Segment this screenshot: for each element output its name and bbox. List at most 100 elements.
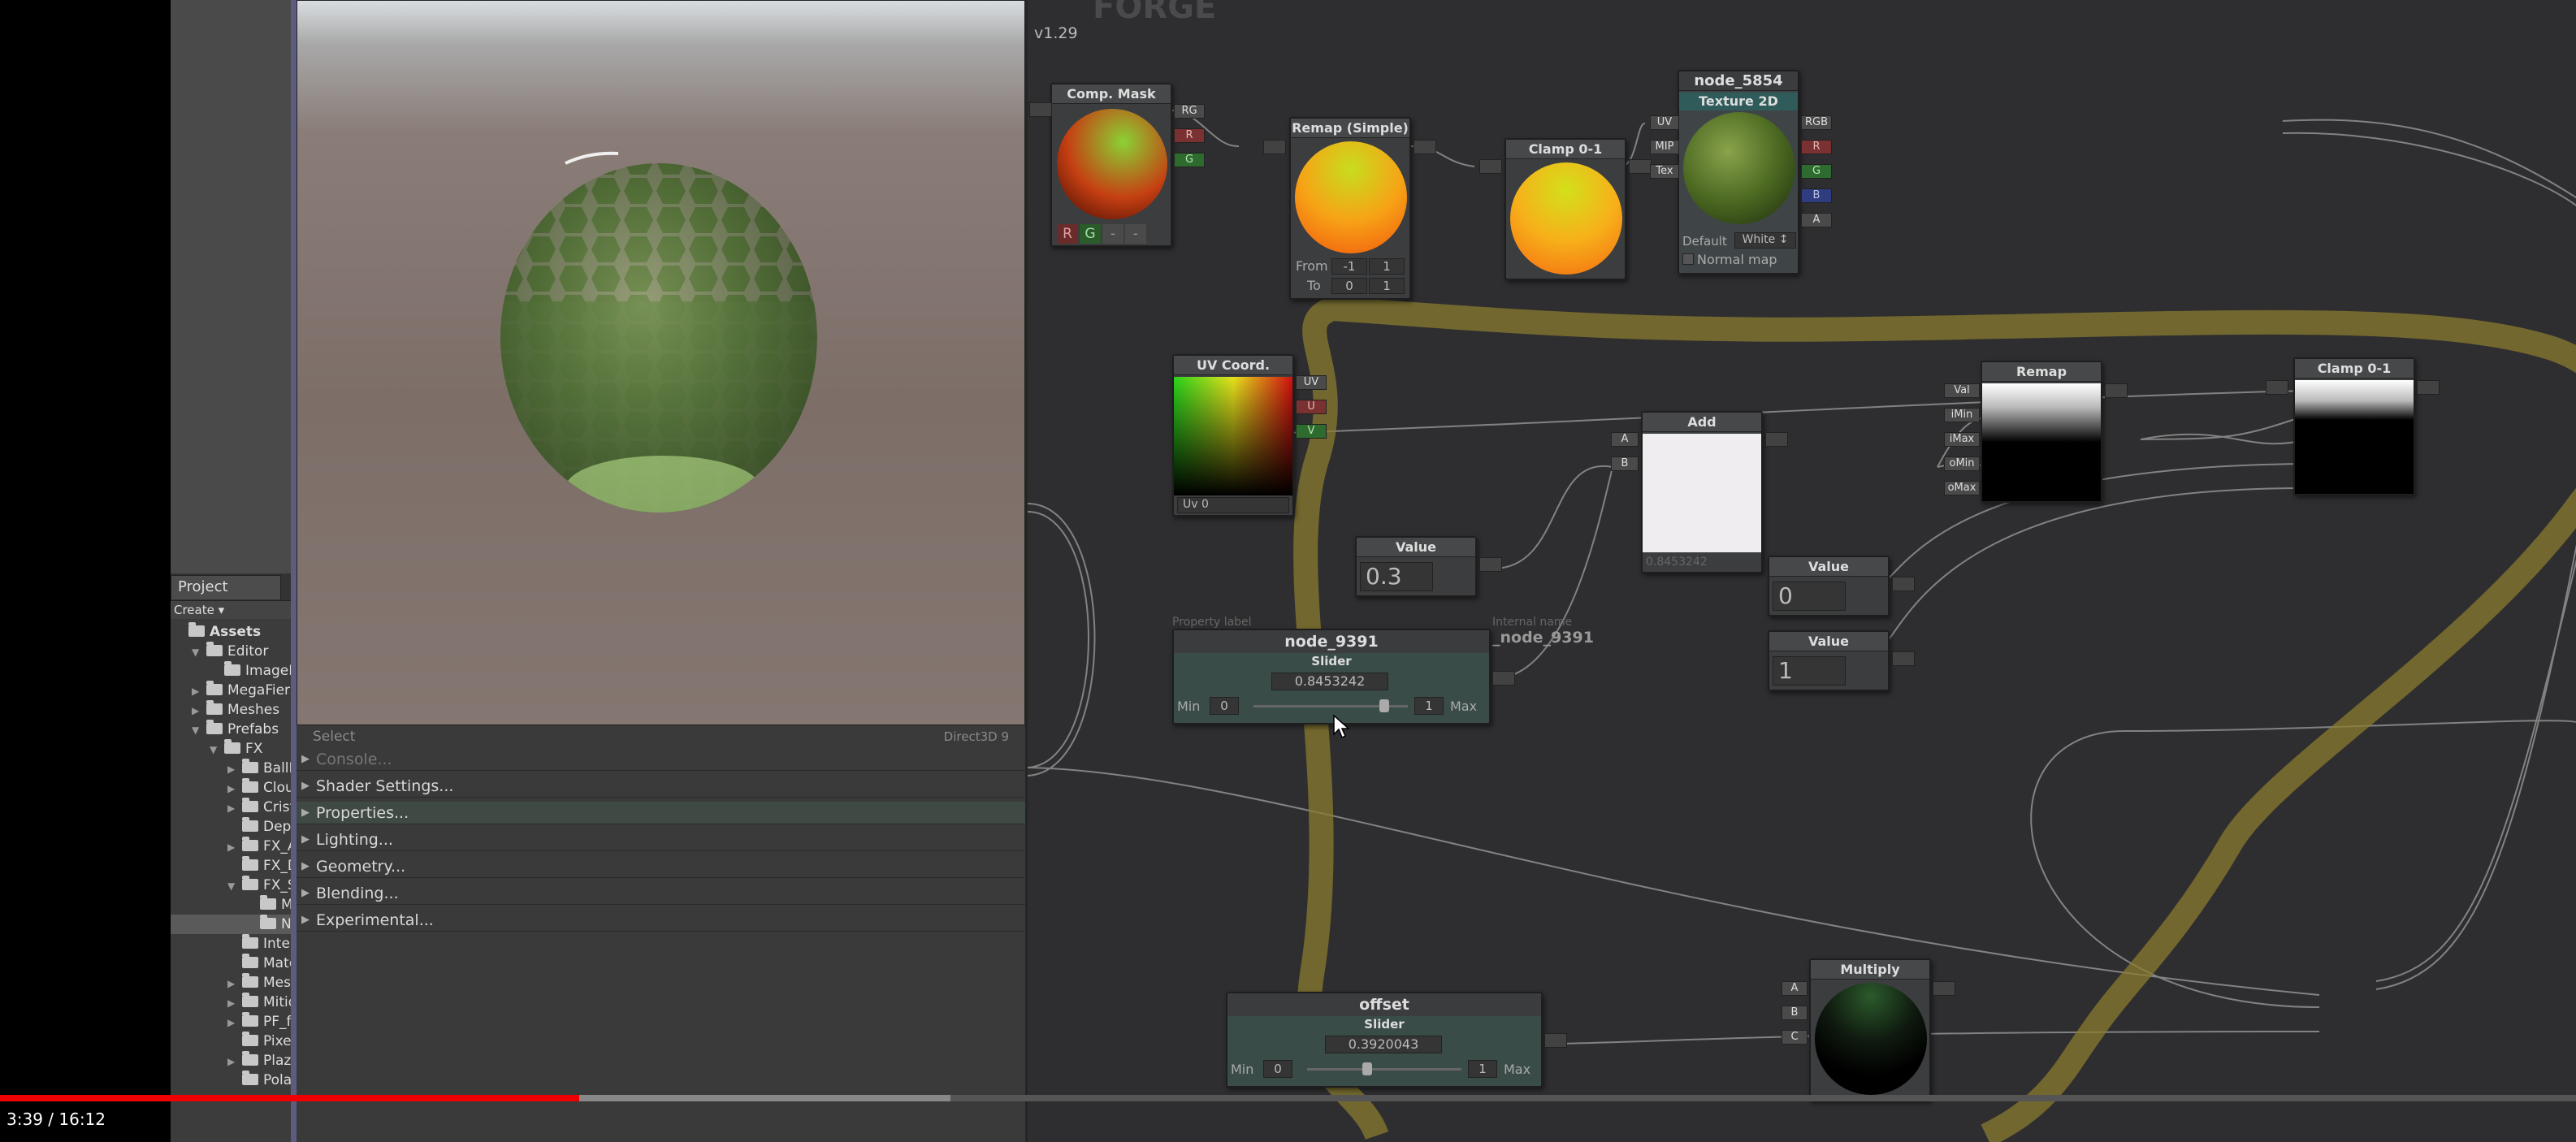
input-port-b[interactable]: B xyxy=(1782,1006,1808,1020)
collapsed-arrow-icon[interactable]: ▶ xyxy=(227,798,242,818)
node-value-a[interactable]: Value 0.3 xyxy=(1355,536,1477,597)
channel-g-button[interactable]: G xyxy=(1080,224,1101,244)
node-texture-2d[interactable]: node_5854 Texture 2D Default White ↕ Nor… xyxy=(1678,70,1799,275)
tree-item[interactable]: FX_De xyxy=(171,856,291,876)
video-progress-bar[interactable] xyxy=(0,1095,580,1101)
node-comp-mask[interactable]: Comp. Mask R G - - xyxy=(1050,83,1172,247)
collapsed-arrow-icon[interactable]: ▶ xyxy=(192,701,206,720)
node-uv-coord[interactable]: UV Coord. Uv 0 xyxy=(1172,354,1294,517)
expanded-arrow-icon[interactable]: ▼ xyxy=(227,876,242,896)
tree-item[interactable]: ▶ BallEu xyxy=(171,759,291,778)
collapsed-arrow-icon[interactable]: ▶ xyxy=(192,681,206,701)
from-max-field[interactable]: 1 xyxy=(1369,258,1405,275)
slider-thumb[interactable] xyxy=(1379,699,1389,712)
output-port[interactable] xyxy=(1892,651,1915,666)
input-port-a[interactable]: A xyxy=(1611,432,1639,447)
output-port-rgb[interactable]: RGB xyxy=(1801,115,1832,130)
input-port-omin[interactable]: oMin xyxy=(1944,456,1980,471)
channel-a-button[interactable]: - xyxy=(1125,224,1146,244)
output-port-u[interactable]: U xyxy=(1296,400,1327,414)
node-remap-simple[interactable]: Remap (Simple) From -1 1 To 0 1 xyxy=(1289,117,1411,300)
input-port[interactable] xyxy=(1263,140,1286,154)
output-port[interactable] xyxy=(1892,577,1915,591)
slider-value-field[interactable]: 0.3920043 xyxy=(1325,1036,1442,1053)
slider-max-field[interactable]: 1 xyxy=(1468,1060,1497,1078)
collapsed-arrow-icon[interactable]: ▶ xyxy=(227,1052,242,1071)
output-port-rg[interactable]: RG xyxy=(1174,104,1205,119)
slider-max-field[interactable]: 1 xyxy=(1414,697,1444,715)
expand-arrow-icon[interactable]: ▶ xyxy=(301,909,310,932)
collapsed-arrow-icon[interactable]: ▶ xyxy=(227,837,242,857)
output-port-r[interactable]: R xyxy=(1174,128,1205,143)
section-foldout[interactable]: ▶ Geometry... xyxy=(297,855,1025,878)
input-port-imin[interactable]: iMin xyxy=(1944,408,1980,422)
tree-item[interactable]: ▶ Mitiqu xyxy=(171,993,291,1012)
slider-min-field[interactable]: 0 xyxy=(1263,1060,1292,1078)
output-port[interactable] xyxy=(1765,432,1788,447)
section-foldout[interactable]: ▶ Console... xyxy=(297,748,1025,771)
output-port-v[interactable]: V xyxy=(1296,424,1327,439)
expand-arrow-icon[interactable]: ▶ xyxy=(301,855,310,878)
uv-channel-dropdown[interactable]: Uv 0 xyxy=(1177,497,1289,513)
tree-item[interactable]: ▶ Meshes xyxy=(171,700,291,720)
collapsed-arrow-icon[interactable]: ▶ xyxy=(227,759,242,779)
node-canvas[interactable]: v1.29 FORGE Comp. Mask R G - - RG R G Re… xyxy=(1025,0,2576,1142)
input-port-c[interactable]: C xyxy=(1782,1030,1808,1045)
to-max-field[interactable]: 1 xyxy=(1369,278,1405,294)
collapsed-arrow-icon[interactable]: ▶ xyxy=(227,993,242,1013)
expanded-arrow-icon[interactable]: ▼ xyxy=(192,642,206,662)
output-port-uv[interactable]: UV xyxy=(1296,375,1327,390)
normal-map-checkbox[interactable] xyxy=(1682,253,1694,265)
expanded-arrow-icon[interactable]: ▼ xyxy=(210,740,224,759)
tree-item[interactable]: ▶ Cloud xyxy=(171,778,291,798)
collapsed-arrow-icon[interactable]: ▶ xyxy=(227,1013,242,1032)
value-field[interactable]: 0.3 xyxy=(1360,562,1433,591)
node-add[interactable]: Add 0.8453242 xyxy=(1641,411,1763,573)
output-port[interactable] xyxy=(1492,671,1515,686)
tree-item[interactable]: ▶ Crista xyxy=(171,798,291,817)
panel-divider[interactable] xyxy=(291,0,297,1142)
tree-item[interactable]: ▶ Mesh xyxy=(171,973,291,993)
output-port[interactable] xyxy=(1414,140,1436,154)
output-port-r[interactable]: R xyxy=(1801,140,1832,154)
output-port-a[interactable]: A xyxy=(1801,213,1832,227)
tree-item[interactable]: New xyxy=(171,915,291,934)
section-foldout[interactable]: ▶ Properties... xyxy=(297,802,1025,824)
input-port[interactable] xyxy=(2266,380,2288,395)
tree-item[interactable]: ▼ FX xyxy=(171,739,291,759)
expand-arrow-icon[interactable]: ▶ xyxy=(301,828,310,851)
output-port[interactable] xyxy=(2417,380,2440,395)
slider-value-field[interactable]: 0.8453242 xyxy=(1271,673,1388,690)
node-multiply[interactable]: Multiply xyxy=(1809,958,1931,1101)
input-port-b[interactable]: B xyxy=(1611,456,1639,471)
input-port[interactable] xyxy=(1029,102,1052,117)
tree-item[interactable]: ▼ FX_SI xyxy=(171,876,291,895)
output-port[interactable] xyxy=(1479,557,1502,572)
tree-item[interactable]: ▶ Plazm xyxy=(171,1051,291,1071)
input-port-uv[interactable]: UV xyxy=(1650,115,1679,130)
output-port[interactable] xyxy=(1933,981,1955,996)
section-foldout[interactable]: ▶ Experimental... xyxy=(297,909,1025,932)
tree-item[interactable]: Assets xyxy=(171,622,291,642)
output-port-g[interactable]: G xyxy=(1174,153,1205,167)
slider-track[interactable] xyxy=(1307,1068,1461,1071)
slider-thumb[interactable] xyxy=(1362,1062,1373,1075)
input-port-a[interactable]: A xyxy=(1782,981,1808,996)
channel-r-button[interactable]: R xyxy=(1057,224,1078,244)
tab-project[interactable]: Project xyxy=(171,575,281,599)
tree-item[interactable]: ▶ MegaFiers xyxy=(171,681,291,700)
slider-min-field[interactable]: 0 xyxy=(1210,697,1239,715)
input-port[interactable] xyxy=(1479,159,1502,174)
tree-item[interactable]: ▼ Prefabs xyxy=(171,720,291,739)
tree-item[interactable]: ImageEf xyxy=(171,661,291,681)
output-port[interactable] xyxy=(1629,159,1652,174)
input-port-omax[interactable]: oMax xyxy=(1944,481,1980,495)
tree-item[interactable]: Mat xyxy=(171,895,291,915)
expand-arrow-icon[interactable]: ▶ xyxy=(301,748,310,771)
input-port-val[interactable]: Val xyxy=(1944,383,1980,398)
tree-item[interactable]: Depth xyxy=(171,817,291,837)
tree-item[interactable]: PixelO xyxy=(171,1032,291,1051)
tree-item[interactable]: Interf xyxy=(171,934,291,954)
section-foldout[interactable]: ▶ Blending... xyxy=(297,882,1025,905)
input-port-mip[interactable]: MIP xyxy=(1650,140,1679,154)
